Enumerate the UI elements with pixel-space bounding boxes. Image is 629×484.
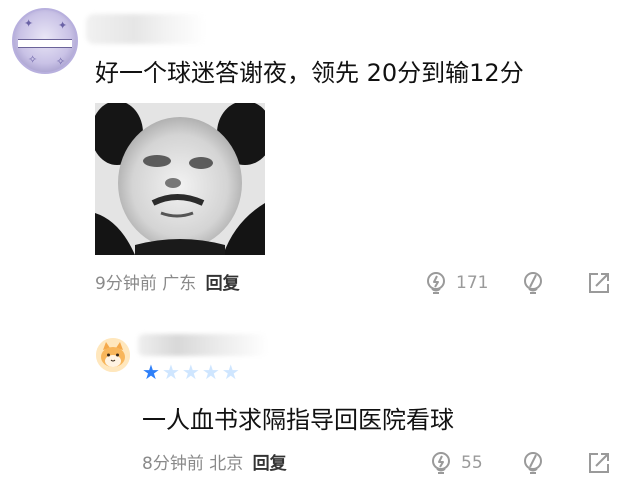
star-empty-icon: ★	[181, 360, 200, 384]
lightbulb-icon	[423, 270, 449, 296]
star-empty-icon: ★	[201, 360, 220, 384]
comment-text: 好一个球迷答谢夜，领先 20分到输12分	[95, 59, 524, 87]
lightbulb-slash-icon	[520, 450, 546, 476]
share-button[interactable]	[587, 271, 611, 295]
username-blurred[interactable]	[86, 14, 206, 44]
reply-comment-text: 一人血书求隔指导回医院看球	[142, 406, 454, 434]
reply-username-blurred[interactable]	[138, 334, 268, 356]
like-count: 171	[456, 273, 489, 293]
avatar-badge-band	[18, 39, 72, 48]
comment-meta: 9分钟前 广东 回复	[95, 273, 240, 295]
sparkle-icon: ✧	[56, 55, 66, 68]
sparkle-icon: ✧	[28, 53, 38, 66]
comment-location: 广东	[162, 274, 197, 294]
comment-time: 8分钟前	[142, 454, 204, 474]
comment-time: 9分钟前	[95, 274, 157, 294]
star-filled-icon: ★	[142, 360, 160, 384]
share-arrow-icon	[587, 451, 611, 475]
dislike-button[interactable]	[520, 270, 546, 296]
share-arrow-icon	[587, 271, 611, 295]
star-empty-icon: ★	[161, 360, 180, 384]
like-button[interactable]: 55	[428, 450, 483, 476]
reply-button[interactable]: 回复	[253, 454, 287, 474]
user-avatar[interactable]: ✦ ✦ ✧ ✧	[12, 8, 78, 74]
share-button[interactable]	[587, 451, 611, 475]
reply-comment-meta: 8分钟前 北京 回复	[142, 453, 287, 475]
lightbulb-slash-icon	[520, 270, 546, 296]
dislike-button[interactable]	[520, 450, 546, 476]
reply-button[interactable]: 回复	[206, 274, 240, 294]
like-count: 55	[461, 453, 483, 473]
star-empty-icon: ★	[221, 360, 240, 384]
lightbulb-icon	[428, 450, 454, 476]
like-button[interactable]: 171	[423, 270, 488, 296]
reply-user-avatar[interactable]	[96, 338, 130, 372]
sparkle-icon: ✦	[24, 17, 34, 30]
comment-location: 北京	[209, 454, 244, 474]
meme-image[interactable]	[95, 103, 265, 255]
star-rating: ★ ★ ★ ★ ★	[142, 361, 240, 383]
sparkle-icon: ✦	[58, 19, 68, 32]
